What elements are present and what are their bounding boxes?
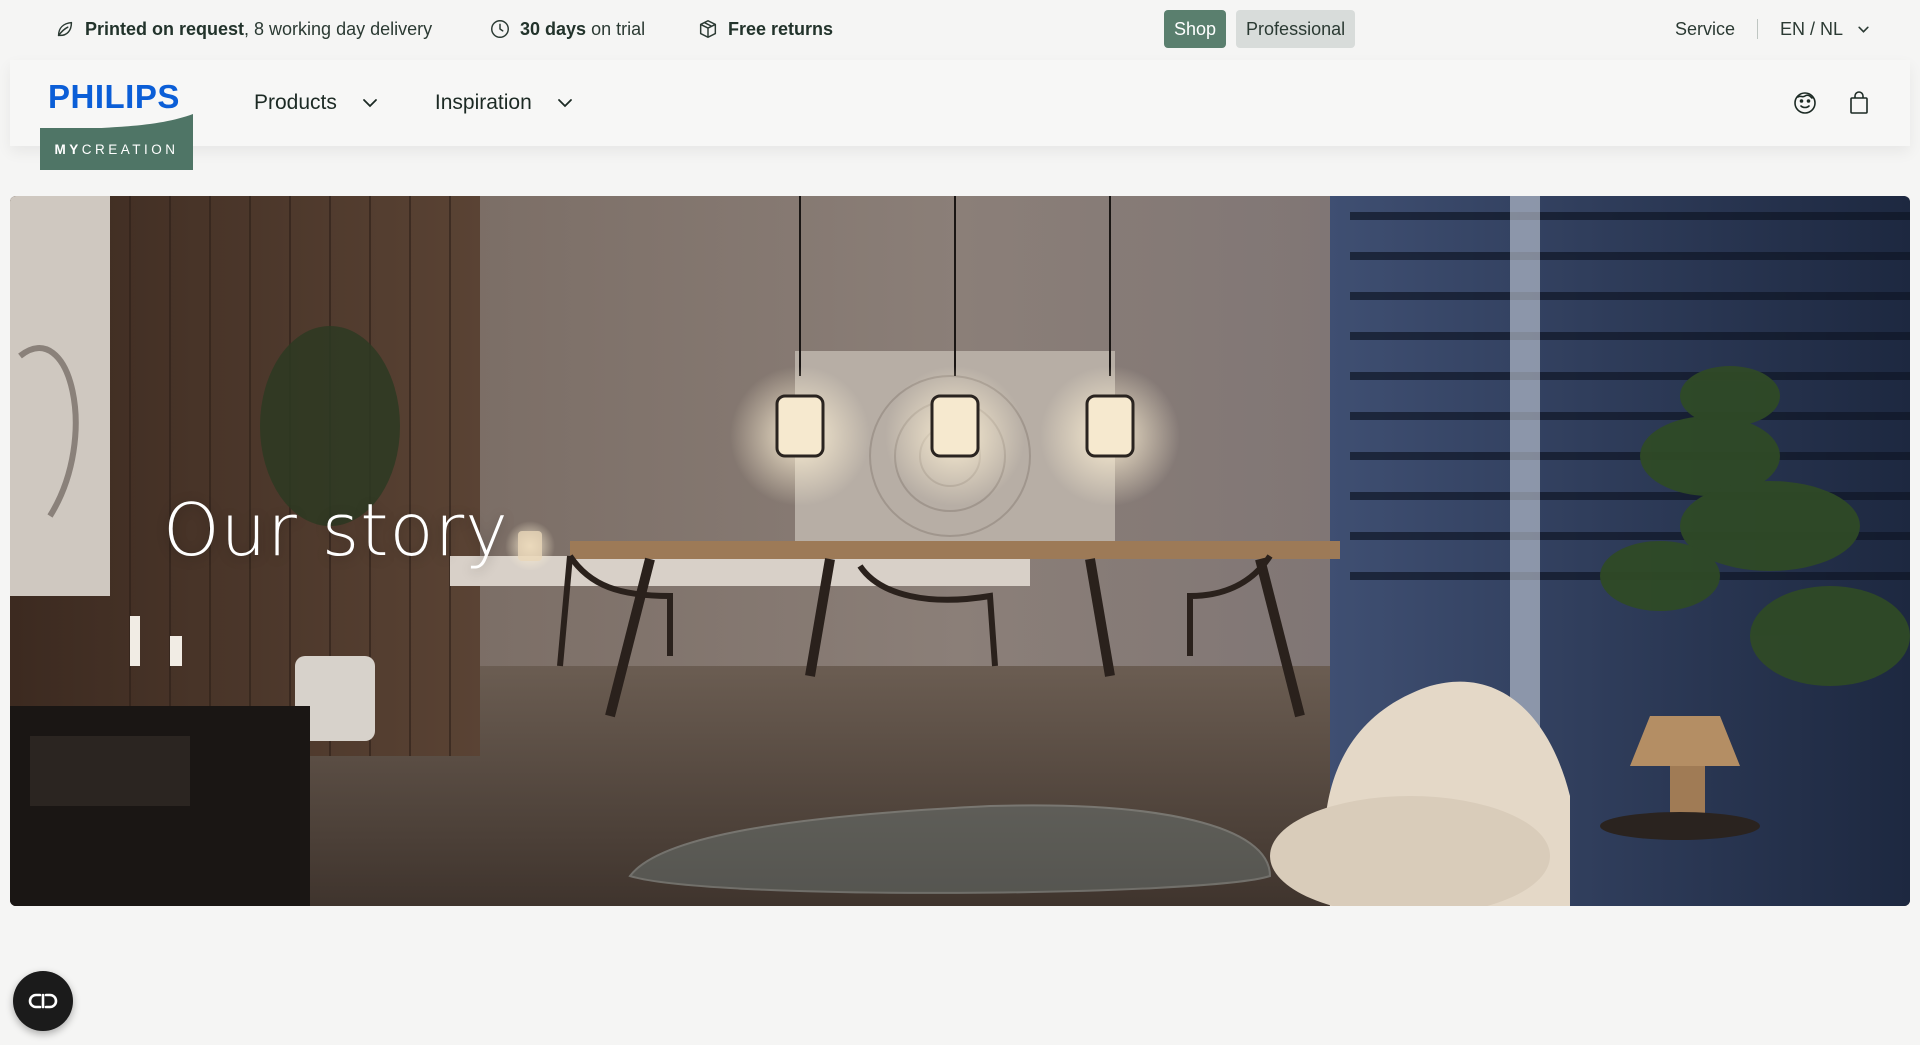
shop-button[interactable]: Shop [1164,10,1227,48]
account-icon[interactable] [1792,90,1818,116]
nav-inspiration-label: Inspiration [434,91,532,114]
usp-trial: 30 days on trial [489,0,645,58]
usp-3-bold: Free returns [728,18,834,39]
service-link[interactable]: Service [1675,19,1735,40]
bag-icon[interactable] [1846,90,1872,116]
usp-returns: Free returns [697,0,833,58]
logo-swoosh [40,114,193,130]
usp-2-text: on trial [586,18,646,39]
language-selector[interactable]: EN / NL [1780,19,1870,40]
usp-2-bold: 30 days [520,18,587,39]
usp-print-on-request: Printed on request, 8 working day delive… [54,0,432,58]
usp-1-text: , 8 working day delivery [244,18,433,39]
usp-1-bold: Printed on request [85,18,245,39]
nav-products[interactable]: Products [254,91,379,115]
main-header: PHILIPS MY CREATION Products Inspiration [10,60,1910,170]
accessibility-icon [28,993,58,1009]
chevron-down-icon [1858,26,1869,33]
logo-badge: MY CREATION [40,128,193,170]
nav-products-label: Products [254,91,337,114]
header-actions [1792,60,1872,146]
professional-button[interactable]: Professional [1236,10,1356,48]
hero-banner: Our story [10,196,1910,906]
logo-sub-rest: CREATION [81,141,179,157]
divider [1756,19,1758,39]
box-icon [697,18,719,40]
hero-title: Our story [163,488,509,572]
accessibility-button[interactable] [13,971,73,1031]
audience-switch: Shop Professional [1164,10,1356,48]
top-utility-bar: Printed on request, 8 working day delive… [0,0,1920,58]
logo-sub-bold: MY [54,141,82,157]
chevron-down-icon [557,99,572,108]
chevron-down-icon [362,99,377,108]
clock-icon [489,18,511,40]
philips-mycreation-logo[interactable]: PHILIPS MY CREATION [40,68,193,170]
leaf-icon [54,18,76,40]
main-nav: Products Inspiration [254,60,574,146]
language-label: EN / NL [1779,18,1843,39]
nav-inspiration[interactable]: Inspiration [435,91,574,115]
utility-links: Service EN / NL [1675,0,1870,58]
